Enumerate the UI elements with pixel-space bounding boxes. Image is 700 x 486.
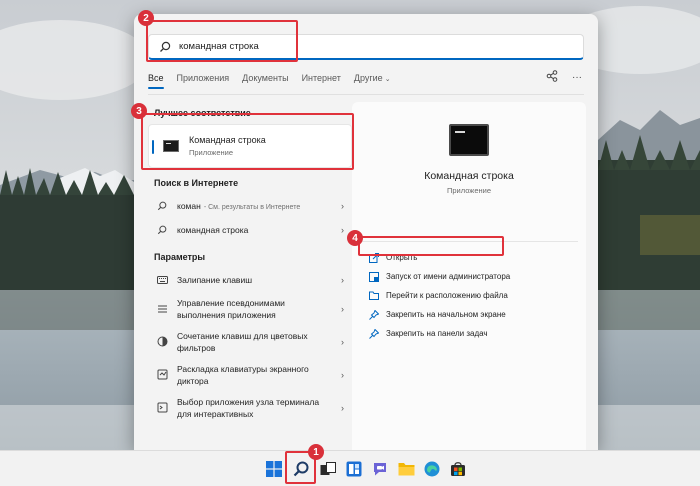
tab-more-label: Другие xyxy=(353,73,383,83)
annotation-badge: 4 xyxy=(347,230,363,246)
folder-icon xyxy=(398,463,414,476)
settings-item[interactable]: Выбор приложения узла терминала для инте… xyxy=(148,391,352,424)
app-detail-pane: Командная строка Приложение Открыть Запу… xyxy=(352,102,586,450)
chevron-right-icon: › xyxy=(341,336,344,347)
color-filter-icon xyxy=(156,336,168,347)
file-explorer-button[interactable] xyxy=(395,458,417,480)
pin-icon xyxy=(368,328,380,339)
web-result-label: коман - См. результаты в Интернете xyxy=(177,201,300,211)
chevron-right-icon: › xyxy=(341,201,344,211)
tab-more[interactable]: Другие ⌄ xyxy=(354,73,391,87)
settings-item[interactable]: Сочетание клавиш для цветовых фильтров › xyxy=(148,325,352,358)
settings-heading: Параметры xyxy=(154,252,206,262)
settings-item[interactable]: Раскладка клавиатуры экранного диктора › xyxy=(148,358,352,391)
settings-item-label: Выбор приложения узла терминала для инте… xyxy=(177,396,320,419)
shield-icon xyxy=(368,271,380,282)
chevron-right-icon: › xyxy=(341,303,344,314)
tab-documents[interactable]: Документы xyxy=(242,73,288,87)
action-pin-to-start[interactable]: Закрепить на начальном экране xyxy=(360,305,578,324)
action-run-as-admin-label: Запуск от имени администратора xyxy=(386,272,511,281)
settings-item-label: Сочетание клавиш для цветовых фильтров xyxy=(177,330,308,353)
action-pin-to-taskbar[interactable]: Закрепить на панели задач xyxy=(360,324,578,343)
app-hero: Командная строка Приложение xyxy=(360,124,578,242)
folder-icon xyxy=(368,291,380,300)
widgets-button[interactable] xyxy=(343,458,365,480)
command-prompt-icon xyxy=(449,124,489,156)
search-icon xyxy=(156,225,168,235)
pin-icon xyxy=(368,309,380,320)
annotation-badge: 2 xyxy=(138,10,154,26)
app-actions: Открыть Запуск от имени администратора П… xyxy=(352,242,586,349)
narrator-icon xyxy=(156,369,168,380)
keyboard-icon xyxy=(156,276,168,284)
more-options-button[interactable]: ··· xyxy=(572,72,582,83)
settings-item[interactable]: Управление псевдонимами выполнения прило… xyxy=(148,292,352,325)
store-icon xyxy=(451,462,465,476)
edge-icon xyxy=(424,461,440,477)
web-result-item[interactable]: командная строка › xyxy=(148,218,352,242)
terminal-settings-icon xyxy=(156,402,168,413)
settings-item-label: Раскладка клавиатуры экранного диктора xyxy=(177,363,309,386)
action-open-file-location-label: Перейти к расположению файла xyxy=(386,291,508,300)
tab-tools: ··· xyxy=(546,70,582,85)
teams-chat-icon xyxy=(374,463,386,476)
annotation-box-search xyxy=(146,20,298,62)
start-search-panel: Все Приложения Документы Интернет Другие… xyxy=(134,14,598,450)
share-icon[interactable] xyxy=(546,70,558,85)
task-view-icon xyxy=(320,462,336,475)
annotation-badge: 3 xyxy=(131,103,147,119)
edge-browser-button[interactable] xyxy=(421,458,443,480)
task-view-button[interactable] xyxy=(317,458,339,480)
web-search-heading: Поиск в Интернете xyxy=(154,178,239,188)
annotation-box-best-match xyxy=(141,113,354,170)
web-result-label: командная строка xyxy=(177,225,249,235)
chevron-right-icon: › xyxy=(341,275,344,285)
chevron-right-icon: › xyxy=(341,225,344,235)
annotation-badge: 1 xyxy=(308,444,324,460)
tab-web[interactable]: Интернет xyxy=(302,73,341,87)
settings-item[interactable]: Залипание клавиш › xyxy=(148,268,352,292)
web-result-hint: - См. результаты в Интернете xyxy=(203,204,301,211)
chevron-down-icon: ⌄ xyxy=(384,76,391,83)
settings-item-label: Залипание клавиш xyxy=(177,275,253,285)
annotation-box-run-as-admin xyxy=(358,236,504,256)
widgets-icon xyxy=(346,461,362,477)
microsoft-store-button[interactable] xyxy=(447,458,469,480)
search-icon xyxy=(156,201,168,211)
chevron-right-icon: › xyxy=(341,369,344,380)
tab-apps[interactable]: Приложения xyxy=(177,73,230,87)
tab-all[interactable]: Все xyxy=(148,73,164,89)
app-subtitle: Приложение xyxy=(447,186,491,195)
taskbar xyxy=(0,450,700,486)
tabs-divider xyxy=(148,94,584,95)
app-list-icon xyxy=(156,304,168,314)
web-result-query: коман xyxy=(177,201,201,211)
app-title: Командная строка xyxy=(424,170,514,182)
action-run-as-admin[interactable]: Запуск от имени администратора xyxy=(360,267,578,286)
chevron-right-icon: › xyxy=(341,402,344,413)
action-pin-to-taskbar-label: Закрепить на панели задач xyxy=(386,329,488,338)
start-button[interactable] xyxy=(263,458,285,480)
action-pin-to-start-label: Закрепить на начальном экране xyxy=(386,310,506,319)
filter-tabs: Все Приложения Документы Интернет Другие… xyxy=(148,70,404,90)
windows-logo-icon xyxy=(266,461,282,477)
chat-button[interactable] xyxy=(369,458,391,480)
action-open-file-location[interactable]: Перейти к расположению файла xyxy=(360,286,578,305)
settings-item-label: Управление псевдонимами выполнения прило… xyxy=(177,297,285,320)
web-result-item[interactable]: коман - См. результаты в Интернете › xyxy=(148,194,352,218)
